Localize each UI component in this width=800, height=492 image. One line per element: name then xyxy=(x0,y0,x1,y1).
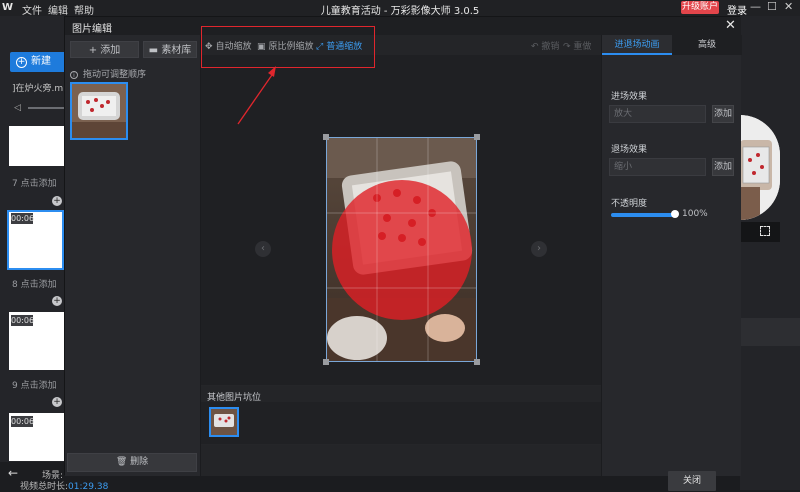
undo-label: 撤销 xyxy=(541,42,560,52)
other-slots-area xyxy=(201,402,601,444)
edited-image[interactable] xyxy=(326,137,477,362)
login-link[interactable]: 登录 xyxy=(727,2,747,17)
plus-icon: + xyxy=(88,45,101,56)
window-title: 儿童教育活动 - 万彩影像大师 3.0.5 xyxy=(320,6,480,17)
info-icon: i xyxy=(70,71,78,79)
trash-icon: 🗑 xyxy=(115,457,131,467)
add-image-button[interactable]: + 添加 xyxy=(70,41,139,58)
library-button[interactable]: ▬ 素材库 xyxy=(143,41,197,58)
library-label: 素材库 xyxy=(161,45,192,56)
add-scene-icon[interactable]: + xyxy=(52,397,62,407)
folder-icon: ▬ xyxy=(148,45,162,56)
opacity-slider[interactable] xyxy=(611,213,674,217)
prev-arrow-icon[interactable]: ‹ xyxy=(255,241,271,257)
tab-enter-exit-animation[interactable]: 进退场动画 xyxy=(602,35,672,55)
volume-slider[interactable] xyxy=(28,107,64,109)
delete-image-button[interactable]: 🗑 删除 xyxy=(67,453,197,472)
dialog-footer xyxy=(201,445,601,476)
add-image-label: 添加 xyxy=(100,45,121,56)
dialog-close-icon[interactable]: ✕ xyxy=(725,18,736,33)
scene-label: 7 点击添加 xyxy=(12,179,57,189)
opacity-slider-thumb[interactable] xyxy=(671,210,679,218)
next-arrow-icon[interactable]: › xyxy=(531,241,547,257)
volume-icon[interactable]: ◁ xyxy=(14,103,21,113)
resize-handle[interactable] xyxy=(474,359,480,365)
undo-button[interactable]: ↶ 撤销 xyxy=(531,39,559,52)
scene-label: 8 点击添加 xyxy=(12,280,57,290)
exit-effect-add-button[interactable]: 添加 xyxy=(712,158,734,176)
exit-effect-label: 退场效果 xyxy=(611,145,648,155)
timeline-strip xyxy=(740,318,800,346)
highlight-box xyxy=(201,26,375,68)
enter-effect-field[interactable]: 放大 xyxy=(609,105,706,123)
reorder-hint-text: 拖动可调整顺序 xyxy=(83,70,147,80)
image-list-pane: + 添加 ▬ 素材库 i 拖动可调整顺序 🗑 删除 xyxy=(65,35,201,476)
minimize-icon[interactable]: — xyxy=(750,0,761,13)
other-slot-thumbnail[interactable] xyxy=(209,407,239,437)
window-close-icon[interactable]: ✕ xyxy=(784,0,793,13)
resize-handle[interactable] xyxy=(323,359,329,365)
scene-duration: 00:06 xyxy=(11,213,35,224)
scene-thumb[interactable] xyxy=(9,126,64,166)
opacity-value: 100% xyxy=(682,209,708,219)
image-thumbnail[interactable] xyxy=(70,82,128,140)
image-edit-dialog: 图片编辑 ✕ + 添加 ▬ 素材库 i 拖动可调整顺序 🗑 删除 ✥ 自动缩放 ▣ 原… xyxy=(64,16,742,491)
enter-effect-add-button[interactable]: 添加 xyxy=(712,105,734,123)
reorder-hint: i 拖动可调整顺序 xyxy=(70,67,146,80)
close-dialog-button[interactable]: 关闭 xyxy=(668,471,716,491)
maximize-icon[interactable]: ☐ xyxy=(767,0,777,13)
fullscreen-icon[interactable] xyxy=(760,226,770,236)
opacity-label: 不透明度 xyxy=(611,199,648,209)
redo-label: 重做 xyxy=(573,42,592,52)
total-duration: 视频总时长:01:29.38 xyxy=(20,482,109,492)
new-scene-button[interactable]: + 新建 xyxy=(10,52,66,72)
animation-settings-pane: 进退场动画 高级 进场效果 放大 添加 退场效果 缩小 添加 不透明度 100%… xyxy=(601,35,742,491)
add-scene-icon[interactable]: + xyxy=(52,196,62,206)
new-scene-label: 新建 xyxy=(31,56,51,67)
app-title-bar: W 文件 编辑 帮助 儿童教育活动 - 万彩影像大师 3.0.5 升级账户 登录… xyxy=(0,0,800,17)
dialog-title-bar: 图片编辑 ✕ xyxy=(65,17,741,35)
scene-label: 9 点击添加 xyxy=(12,381,57,391)
resize-handle[interactable] xyxy=(474,134,480,140)
tab-advanced[interactable]: 高级 xyxy=(672,35,742,55)
back-arrow-icon[interactable]: ← xyxy=(8,466,18,480)
enter-effect-label: 进场效果 xyxy=(611,92,648,102)
annotation-arrow-icon xyxy=(237,66,276,125)
resize-handle[interactable] xyxy=(323,134,329,140)
music-name: ]在炉火旁.m xyxy=(12,84,64,94)
scene-duration: 00:06 xyxy=(11,315,35,326)
dialog-title: 图片编辑 xyxy=(72,24,112,35)
preview-panel xyxy=(740,16,800,490)
add-scene-icon[interactable]: + xyxy=(52,296,62,306)
upgrade-button[interactable]: 升级账户 xyxy=(681,1,719,14)
redo-button[interactable]: ↷ 重做 xyxy=(563,39,591,52)
delete-image-label: 删除 xyxy=(130,457,149,467)
scene-duration: 00:06 xyxy=(11,416,35,427)
add-circle-icon: + xyxy=(16,57,27,68)
exit-effect-field[interactable]: 缩小 xyxy=(609,158,706,176)
